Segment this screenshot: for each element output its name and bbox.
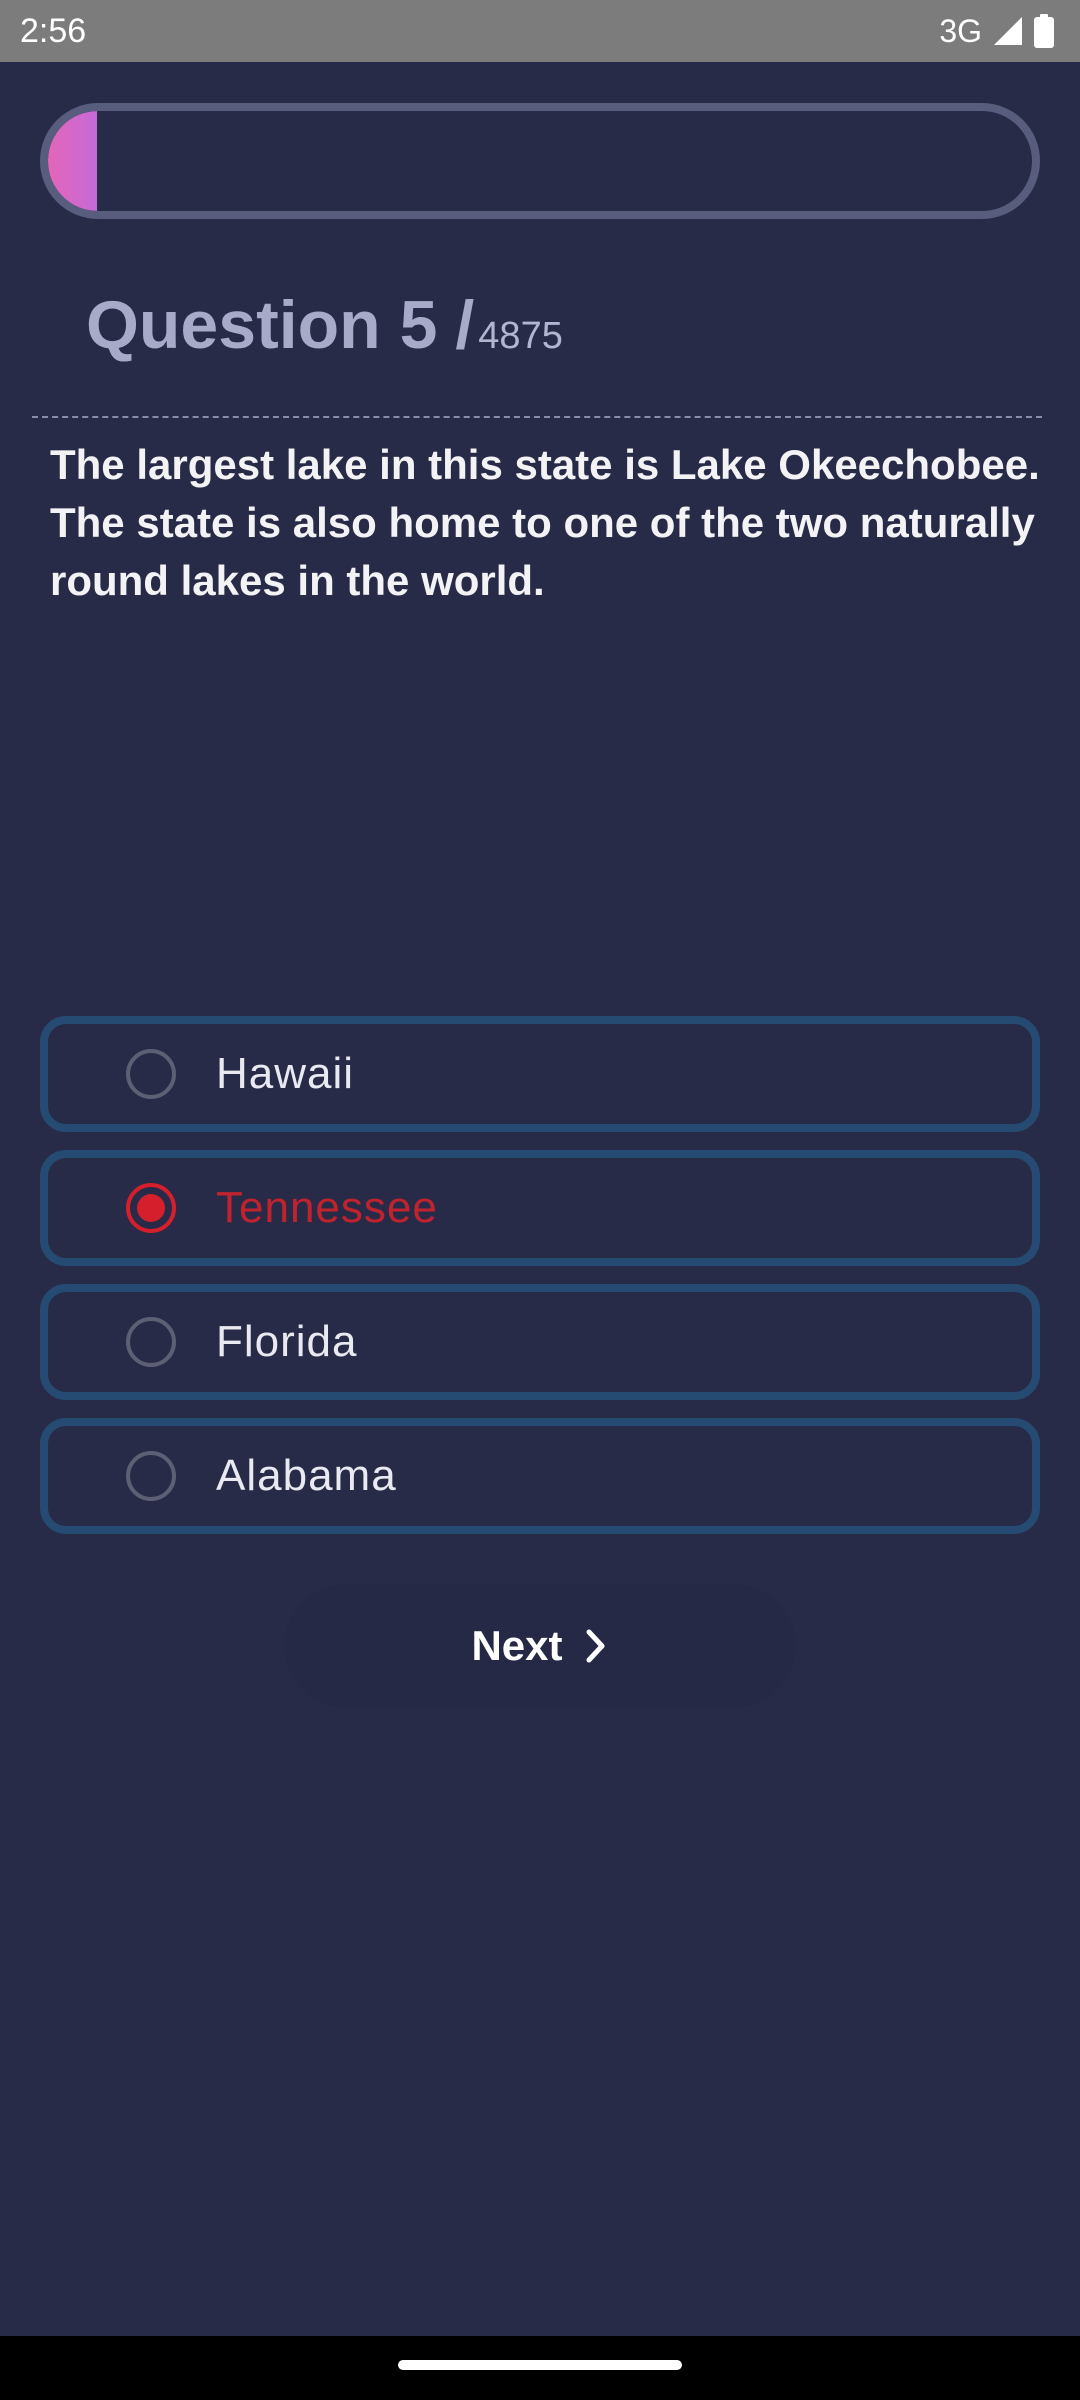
- question-text: The largest lake in this state is Lake O…: [50, 441, 1040, 604]
- status-indicators: 3G: [939, 10, 1054, 52]
- question-number: Question 5: [86, 287, 438, 363]
- option-label: Alabama: [216, 1451, 397, 1500]
- chevron-right-icon: [583, 1628, 609, 1664]
- status-time: 2:56: [20, 12, 87, 50]
- status-bar: 2:56 3G: [0, 0, 1080, 62]
- signal-icon: [992, 15, 1024, 47]
- option-label: Hawaii: [216, 1049, 355, 1098]
- quiz-progress-bar: [40, 103, 1040, 219]
- navigation-bar: [0, 2336, 1080, 2400]
- radio-button[interactable]: [126, 1451, 176, 1501]
- quiz-progress-fill: [48, 111, 98, 211]
- radio-button-checked[interactable]: [126, 1183, 176, 1233]
- option-alabama[interactable]: Alabama: [40, 1418, 1040, 1534]
- question-total: 4875: [478, 315, 563, 357]
- next-button-label: Next: [471, 1622, 563, 1669]
- next-button[interactable]: Next: [284, 1584, 796, 1708]
- question-header: Question 5 / 4875: [86, 280, 563, 370]
- radio-button[interactable]: [126, 1317, 176, 1367]
- dashed-divider: [32, 416, 1042, 418]
- home-handle[interactable]: [398, 2360, 682, 2370]
- network-type: 3G: [939, 13, 982, 49]
- option-tennessee[interactable]: Tennessee: [40, 1150, 1040, 1266]
- option-hawaii[interactable]: Hawaii: [40, 1016, 1040, 1132]
- question-separator: /: [455, 287, 475, 363]
- option-label: Tennessee: [216, 1183, 438, 1232]
- option-label: Florida: [216, 1317, 358, 1366]
- option-florida[interactable]: Florida: [40, 1284, 1040, 1400]
- battery-icon: [1034, 14, 1054, 48]
- radio-button[interactable]: [126, 1049, 176, 1099]
